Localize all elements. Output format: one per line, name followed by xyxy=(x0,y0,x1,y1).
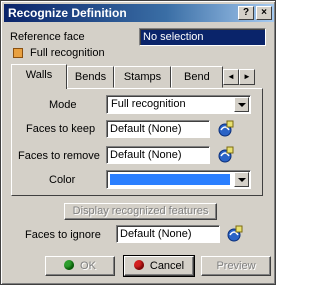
chevron-down-icon[interactable] xyxy=(234,172,249,187)
window-title: Recognize Definition xyxy=(8,6,127,20)
ok-icon xyxy=(64,260,75,270)
mode-value: Full recognition xyxy=(111,98,186,110)
color-dropdown[interactable] xyxy=(106,170,251,189)
color-swatch xyxy=(110,174,230,185)
faces-to-remove-field[interactable]: Default (None) xyxy=(106,146,210,164)
faces-to-keep-label: Faces to keep xyxy=(26,123,96,135)
cancel-label: Cancel xyxy=(149,260,185,272)
faces-to-remove-edit-icon[interactable] xyxy=(215,146,235,164)
cancel-button[interactable]: Cancel xyxy=(123,255,195,277)
tab-bend[interactable]: Bend xyxy=(171,66,223,88)
faces-to-ignore-edit-icon[interactable] xyxy=(224,225,244,243)
tab-scroll-left-icon[interactable]: ◄ xyxy=(223,69,239,85)
help-button[interactable]: ? xyxy=(238,6,254,20)
walls-tab-panel: Mode Full recognition Faces to keep Defa… xyxy=(11,88,263,196)
tab-stamps[interactable]: Stamps xyxy=(114,66,171,88)
tab-walls[interactable]: Walls xyxy=(11,64,67,89)
faces-to-keep-field[interactable]: Default (None) xyxy=(106,120,210,138)
chevron-down-icon[interactable] xyxy=(234,97,249,112)
mode-dropdown[interactable]: Full recognition xyxy=(106,95,251,114)
preview-button[interactable]: Preview xyxy=(201,256,271,276)
close-button[interactable]: × xyxy=(256,6,272,20)
reference-face-label: Reference face xyxy=(10,31,85,43)
recognize-definition-dialog: Recognize Definition ? × Reference face … xyxy=(0,0,276,285)
mode-label: Mode xyxy=(49,99,77,111)
tab-scroll-right-icon[interactable]: ► xyxy=(239,69,255,85)
display-recognized-features-button[interactable]: Display recognized features xyxy=(64,203,217,220)
cancel-icon xyxy=(133,260,144,270)
title-bar[interactable]: Recognize Definition ? × xyxy=(4,4,274,22)
ok-button[interactable]: OK xyxy=(45,256,115,276)
faces-to-ignore-label: Faces to ignore xyxy=(25,229,101,241)
tab-bends[interactable]: Bends xyxy=(67,66,114,88)
faces-to-remove-label: Faces to remove xyxy=(18,150,100,162)
reference-face-field[interactable]: No selection xyxy=(139,28,266,46)
full-recognition-label: Full recognition xyxy=(30,47,105,59)
ok-label: OK xyxy=(80,260,96,272)
faces-to-ignore-field[interactable]: Default (None) xyxy=(116,225,220,243)
faces-to-keep-edit-icon[interactable] xyxy=(215,120,235,138)
full-recognition-checkbox[interactable] xyxy=(13,48,23,58)
color-label: Color xyxy=(49,174,76,186)
